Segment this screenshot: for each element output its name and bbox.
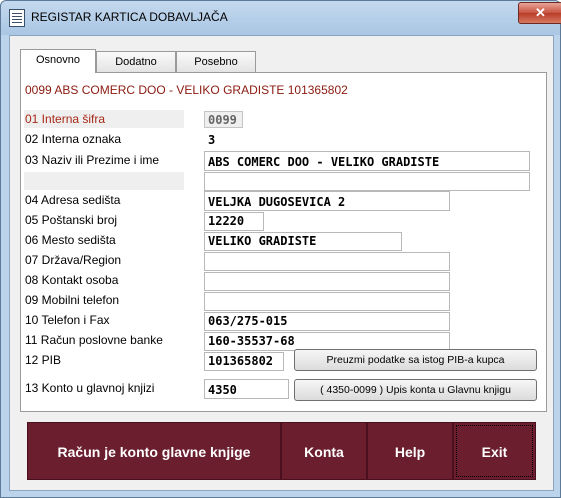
tab-dodatno[interactable]: Dodatno — [96, 51, 176, 72]
preuzmi-pib-button[interactable]: Preuzmi podatke sa istog PIB-a kupca — [294, 349, 537, 371]
konto-field[interactable]: 4350 — [204, 379, 289, 399]
close-button[interactable]: ✕ — [518, 2, 561, 24]
label-adresa: 04 Adresa sedišta — [25, 193, 121, 207]
naziv-field[interactable]: ABS COMERC DOO - VELIKO GRADISTE — [204, 151, 530, 171]
upis-konta-button[interactable]: ( 4350-0099 ) Upis konta u Glavnu knjigu — [294, 379, 537, 401]
interna-sifra-field: 0099 — [204, 111, 243, 128]
mobilni-field[interactable] — [204, 292, 450, 311]
telefon-field[interactable]: 063/275-015 — [204, 312, 450, 331]
form-icon — [9, 9, 25, 27]
label-naziv: 03 Naziv ili Prezime i ime — [25, 153, 160, 167]
pib-field[interactable]: 101365802 — [204, 352, 284, 371]
konta-button[interactable]: Konta — [281, 422, 367, 480]
drzava-field[interactable] — [204, 252, 450, 271]
label-postanski-broj: 05 Poštanski broj — [25, 213, 118, 227]
tab-panel-osnovno: 0099 ABS COMERC DOO - VELIKO GRADISTE 10… — [20, 72, 547, 412]
label-kontakt: 08 Kontakt osoba — [25, 273, 119, 287]
exit-button[interactable]: Exit — [453, 422, 536, 480]
label-konto: 13 Konto u glavnoj knjizi — [25, 381, 155, 395]
dialog-window: REGISTAR KARTICA DOBAVLJAČA ✕ Osnovno Do… — [0, 0, 561, 498]
kontakt-field[interactable] — [204, 272, 450, 291]
label-pib: 12 PIB — [25, 353, 62, 367]
adresa-field[interactable]: VELJKA DUGOSEVICA 2 — [204, 191, 450, 211]
interna-oznaka-field[interactable]: 3 — [204, 131, 243, 148]
label-interna-oznaka: 02 Interna oznaka — [25, 132, 122, 146]
label-blank-bg — [24, 172, 184, 190]
record-header: 0099 ABS COMERC DOO - VELIKO GRADISTE 10… — [25, 83, 348, 97]
title-bar[interactable]: REGISTAR KARTICA DOBAVLJAČA ✕ — [1, 1, 561, 35]
client-area: Osnovno Dodatno Posebno 0099 ABS COMERC … — [9, 35, 554, 491]
naziv-field-line2[interactable] — [204, 172, 530, 191]
racun-konto-button[interactable]: Račun je konto glavne knjige — [27, 422, 281, 480]
window-title: REGISTAR KARTICA DOBAVLJAČA — [31, 10, 228, 24]
label-mobilni: 09 Mobilni telefon — [25, 293, 120, 307]
label-racun-banke: 11 Račun poslovne banke — [25, 333, 163, 347]
help-button[interactable]: Help — [367, 422, 453, 480]
label-mesto: 06 Mesto sedišta — [25, 233, 116, 247]
mesto-field[interactable]: VELIKO GRADISTE — [204, 232, 402, 251]
label-telefon: 10 Telefon i Fax — [25, 313, 110, 327]
label-interna-sifra: 01 Interna šifra — [25, 112, 106, 126]
label-drzava: 07 Država/Region — [25, 253, 122, 267]
postanski-broj-field[interactable]: 12220 — [204, 212, 264, 231]
tab-posebno[interactable]: Posebno — [176, 51, 256, 72]
tab-osnovno[interactable]: Osnovno — [20, 49, 96, 73]
